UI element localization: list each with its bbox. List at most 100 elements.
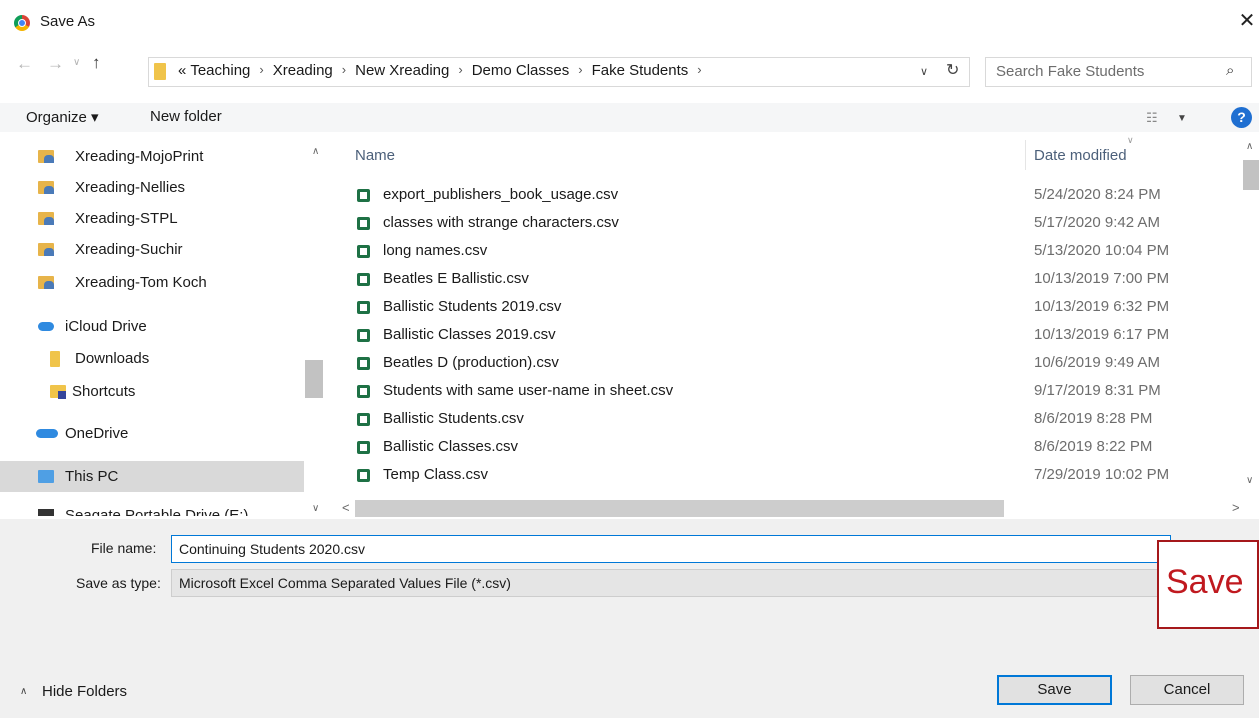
- close-icon[interactable]: ✕: [1236, 10, 1258, 32]
- folder-icon: [50, 351, 60, 367]
- file-name: Ballistic Classes.csv: [383, 438, 519, 455]
- hide-folders-button[interactable]: Hide Folders: [42, 683, 127, 700]
- file-row[interactable]: Beatles D (production).csv 10/6/2019 9:4…: [350, 349, 1240, 377]
- breadcrumb-item-demo-classes[interactable]: Demo Classes: [472, 62, 570, 79]
- breadcrumb-item-xreading[interactable]: Xreading: [273, 62, 333, 79]
- sidebar-item-label: OneDrive: [65, 425, 129, 442]
- breadcrumb: « Teaching › Xreading › New Xreading › D…: [178, 62, 711, 79]
- sidebar-item-xreading-tom-koch[interactable]: Xreading-Tom Koch: [0, 267, 304, 298]
- sidebar-item-label: Seagate Portable Drive (E:): [65, 507, 249, 516]
- back-arrow-icon[interactable]: ←: [16, 54, 33, 74]
- save-button[interactable]: Save: [997, 675, 1112, 705]
- excel-csv-icon: [357, 441, 370, 454]
- file-row[interactable]: Ballistic Classes.csv 8/6/2019 8:22 PM: [350, 433, 1240, 461]
- search-icon[interactable]: ⌕: [1226, 62, 1234, 79]
- sidebar-item-seagate-drive[interactable]: Seagate Portable Drive (E:): [0, 504, 304, 516]
- save-callout-text: Save: [1166, 563, 1244, 601]
- scroll-right-icon[interactable]: >: [1232, 500, 1240, 515]
- help-icon[interactable]: ?: [1231, 107, 1252, 128]
- file-row[interactable]: export_publishers_book_usage.csv 5/24/20…: [350, 181, 1240, 209]
- sort-indicator-icon: ∨: [1127, 135, 1134, 145]
- file-row[interactable]: classes with strange characters.csv 5/17…: [350, 209, 1240, 237]
- sidebar-item-xreading-nellies[interactable]: Xreading-Nellies: [0, 172, 304, 203]
- breadcrumb-overflow-icon[interactable]: «: [178, 62, 186, 79]
- file-list-scrollbar-thumb[interactable]: [1243, 160, 1259, 190]
- file-name: classes with strange characters.csv: [383, 214, 619, 231]
- sidebar-item-icloud-drive[interactable]: iCloud Drive: [0, 311, 304, 342]
- up-arrow-icon[interactable]: ↑: [92, 53, 101, 73]
- file-date: 8/6/2019 8:22 PM: [1034, 438, 1153, 455]
- sidebar-item-xreading-suchir[interactable]: Xreading-Suchir: [0, 234, 304, 265]
- folder-icon: [154, 63, 166, 80]
- column-divider[interactable]: [1025, 140, 1026, 170]
- sidebar-item-downloads[interactable]: Downloads: [0, 343, 304, 374]
- recent-locations-chevron-icon[interactable]: ∨: [73, 57, 80, 68]
- breadcrumb-separator-icon[interactable]: ›: [458, 62, 462, 79]
- forward-arrow-icon[interactable]: →: [47, 54, 64, 74]
- sidebar-item-label: Xreading-STPL: [75, 210, 178, 227]
- breadcrumb-item-teaching[interactable]: Teaching: [190, 62, 250, 79]
- sidebar-scroll-down-icon[interactable]: ∨: [312, 503, 319, 514]
- shortcut-folder-icon: [50, 385, 66, 399]
- view-options-icon[interactable]: ☷: [1146, 110, 1158, 126]
- sidebar-item-shortcuts[interactable]: Shortcuts: [0, 376, 304, 407]
- breadcrumb-separator-icon[interactable]: ›: [342, 62, 346, 79]
- scroll-left-icon[interactable]: <: [342, 500, 350, 515]
- column-header-name[interactable]: Name: [355, 147, 395, 164]
- save-as-type-select[interactable]: Microsoft Excel Comma Separated Values F…: [171, 569, 1171, 597]
- refresh-icon[interactable]: ↻: [946, 60, 959, 80]
- column-header-date-modified[interactable]: Date modified: [1034, 147, 1127, 164]
- cancel-button[interactable]: Cancel: [1130, 675, 1244, 705]
- file-name: Temp Class.csv: [383, 466, 489, 483]
- address-dropdown-icon[interactable]: ∨: [920, 65, 928, 78]
- horizontal-scrollbar-thumb[interactable]: [355, 500, 1004, 517]
- view-options-caret-icon[interactable]: ▼: [1177, 113, 1187, 124]
- window-title: Save As: [40, 13, 96, 30]
- file-name: Ballistic Classes 2019.csv: [383, 326, 556, 343]
- excel-csv-icon: [357, 189, 370, 202]
- file-date: 9/17/2019 8:31 PM: [1034, 382, 1161, 399]
- shared-folder-icon: [38, 181, 54, 194]
- sidebar-item-label: Xreading-MojoPrint: [75, 148, 204, 165]
- excel-csv-icon: [357, 385, 370, 398]
- cloud-icon: [38, 322, 54, 331]
- drive-icon: [38, 509, 54, 516]
- file-list-scroll-up-icon[interactable]: ∧: [1246, 141, 1253, 152]
- chevron-up-icon[interactable]: ∧: [20, 686, 27, 697]
- file-row[interactable]: Beatles E Ballistic.csv 10/13/2019 7:00 …: [350, 265, 1240, 293]
- file-list-scroll-down-icon[interactable]: ∨: [1246, 475, 1253, 486]
- file-row[interactable]: Students with same user-name in sheet.cs…: [350, 377, 1240, 405]
- file-row[interactable]: long names.csv 5/13/2020 10:04 PM: [350, 237, 1240, 265]
- breadcrumb-separator-icon[interactable]: ›: [697, 62, 701, 79]
- breadcrumb-separator-icon[interactable]: ›: [259, 62, 263, 79]
- file-date: 7/29/2019 10:02 PM: [1034, 466, 1170, 483]
- file-name-input[interactable]: Continuing Students 2020.csv: [171, 535, 1171, 563]
- new-folder-button[interactable]: New folder: [150, 108, 222, 125]
- file-row[interactable]: Temp Class.csv 7/29/2019 10:02 PM: [350, 461, 1240, 489]
- search-placeholder: Search Fake Students: [996, 63, 1145, 80]
- file-name: Ballistic Students.csv: [383, 410, 524, 427]
- file-date: 5/13/2020 10:04 PM: [1034, 242, 1170, 259]
- title-bar: [0, 0, 1259, 40]
- file-date: 10/13/2019 6:17 PM: [1034, 326, 1170, 343]
- sidebar-scrollbar-thumb[interactable]: [305, 360, 323, 398]
- file-row[interactable]: Ballistic Classes 2019.csv 10/13/2019 6:…: [350, 321, 1240, 349]
- breadcrumb-separator-icon[interactable]: ›: [578, 62, 582, 79]
- sidebar-item-xreading-mojoprint[interactable]: Xreading-MojoPrint: [0, 141, 304, 172]
- file-name: export_publishers_book_usage.csv: [383, 186, 619, 203]
- organize-menu-button[interactable]: Organize ▾: [26, 108, 99, 126]
- computer-icon: [38, 470, 54, 483]
- file-row[interactable]: Ballistic Students 2019.csv 10/13/2019 6…: [350, 293, 1240, 321]
- sidebar-scroll-up-icon[interactable]: ∧: [312, 146, 319, 157]
- breadcrumb-item-new-xreading[interactable]: New Xreading: [355, 62, 449, 79]
- sidebar-item-onedrive[interactable]: OneDrive: [0, 418, 304, 449]
- sidebar-item-label: Shortcuts: [72, 383, 136, 400]
- file-date: 10/6/2019 9:49 AM: [1034, 354, 1160, 371]
- sidebar-item-this-pc[interactable]: This PC: [0, 461, 304, 492]
- file-row[interactable]: Ballistic Students.csv 8/6/2019 8:28 PM: [350, 405, 1240, 433]
- sidebar-item-label: This PC: [65, 468, 119, 485]
- shared-folder-icon: [38, 276, 54, 289]
- sidebar-item-label: Xreading-Tom Koch: [75, 274, 207, 291]
- breadcrumb-item-fake-students[interactable]: Fake Students: [592, 62, 689, 79]
- sidebar-item-xreading-stpl[interactable]: Xreading-STPL: [0, 203, 304, 234]
